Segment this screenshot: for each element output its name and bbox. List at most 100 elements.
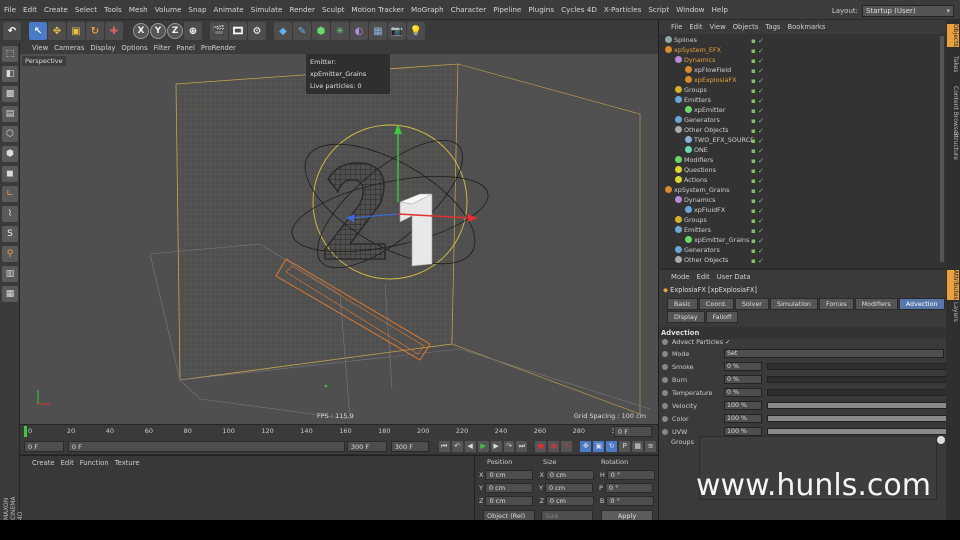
object-tree-row[interactable]: Dynamics ▪ ✓ [659,55,939,65]
snap-icon[interactable]: S [2,226,18,242]
viewport-menu-options[interactable]: Options [121,44,147,52]
coordinate-system-icon[interactable]: ⊕ [184,22,202,40]
color-field[interactable]: 100 % [724,414,762,423]
object-tree-row[interactable]: Groups ▪ ✓ [659,215,939,225]
coord-size-field[interactable]: 0 cm [544,483,593,493]
menu-item-snap[interactable]: Snap [188,5,206,14]
polygons-mode-icon[interactable]: ◼ [2,166,18,182]
end-frame-field[interactable]: 300 F [390,440,429,452]
menu-item-x-particles[interactable]: X-Particles [604,5,641,14]
coord-size-field[interactable]: 0 cm [545,496,594,506]
menu-item-volume[interactable]: Volume [155,5,182,14]
side-tab-objects[interactable]: Objects [947,24,959,47]
coord-size-field[interactable]: 0 cm [545,470,594,480]
viewport-menu-prorender[interactable]: ProRender [201,44,236,52]
live-selection-icon[interactable]: ↖ [29,22,47,40]
undo-icon[interactable]: ↶ [3,22,21,40]
coord-rotation-field[interactable]: 0 ° [606,470,655,480]
coord-position-field[interactable]: 0 cm [485,496,534,506]
key-parameter-icon[interactable]: P [619,440,631,452]
smoke-field[interactable]: 0 % [724,362,762,371]
timeline-playhead[interactable] [24,426,27,437]
smoke-slider[interactable] [767,363,947,370]
next-frame-icon[interactable]: ▶ [490,440,502,452]
menu-item-render[interactable]: Render [289,5,315,14]
menu-item-script[interactable]: Script [648,5,669,14]
object-tree-row[interactable]: Actions ▪ ✓ [659,175,939,185]
object-tree-row[interactable]: xpFlowField ▪ ✓ [659,65,939,75]
menu-item-pipeline[interactable]: Pipeline [493,5,521,14]
advect-particles-checkbox[interactable]: ✓ [725,338,730,346]
mode-select[interactable]: Set [724,349,944,358]
object-tree-row[interactable]: xpFluidFX ▪ ✓ [659,205,939,215]
record-keys-icon[interactable]: ● [535,440,547,452]
attribute-menu-mode[interactable]: Mode [671,273,690,281]
object-tree-row[interactable]: Generators ▪ ✓ [659,245,939,255]
object-menu-edit[interactable]: Edit [689,23,702,31]
velocity-slider[interactable] [767,402,947,409]
temperature-field[interactable]: 0 % [724,388,762,397]
temperature-slider[interactable] [767,389,947,396]
menu-item-create[interactable]: Create [44,5,68,14]
object-tree-row[interactable]: Other Objects ▪ ✓ [659,255,939,265]
z-axis-lock-icon[interactable]: Z [167,23,183,39]
x-axis-lock-icon[interactable]: X [133,23,149,39]
edges-mode-icon[interactable]: ⬢ [2,146,18,162]
viewport-menu-panel[interactable]: Panel [177,44,195,52]
move-icon[interactable]: ✥ [48,22,66,40]
texture-mode-icon[interactable]: ▩ [2,86,18,102]
y-axis-lock-icon[interactable]: Y [150,23,166,39]
object-tree-row[interactable]: xpSystem_EFX ▪ ✓ [659,45,939,55]
tab-coord[interactable]: Coord. [698,298,734,310]
tab-solver[interactable]: Solver [734,298,769,310]
object-scrollbar[interactable] [940,36,944,262]
object-menu-objects[interactable]: Objects [733,23,759,31]
tweak-mode-icon[interactable]: ⌇ [2,206,18,222]
attribute-menu-user-data[interactable]: User Data [717,273,751,281]
object-menu-view[interactable]: View [710,23,726,31]
autokey-icon[interactable]: ◉ [548,440,560,452]
menu-item-motion-tracker[interactable]: Motion Tracker [351,5,404,14]
key-scale-icon[interactable]: ▣ [593,440,605,452]
deformer-icon[interactable]: ◐ [350,22,368,40]
model-mode-icon[interactable]: ◧ [2,66,18,82]
uvw-slider[interactable] [767,428,947,435]
array-icon[interactable]: ✳ [331,22,349,40]
axis-mode-icon[interactable]: ∟ [2,186,18,202]
viewport-menu-display[interactable]: Display [90,44,115,52]
go-to-start-icon[interactable]: ⏮ [438,440,450,452]
recent-tools-icon[interactable]: ✚ [105,22,123,40]
object-tree-row[interactable]: Generators ▪ ✓ [659,115,939,125]
object-menu-bookmarks[interactable]: Bookmarks [787,23,825,31]
viewport-menu-filter[interactable]: Filter [154,44,171,52]
workplane-lock-icon[interactable]: ⚲ [2,246,18,262]
layout-select[interactable]: Startup (User) [862,5,954,17]
render-picture-viewer-icon[interactable]: 🎞 [229,22,247,40]
layers-icon[interactable]: ▦ [2,286,18,302]
rotate-icon[interactable]: ↻ [86,22,104,40]
material-menu-edit[interactable]: Edit [61,459,74,467]
viewport-menu-cameras[interactable]: Cameras [54,44,84,52]
burn-field[interactable]: 0 % [724,375,762,384]
side-tab-layers[interactable]: Layers [947,302,959,322]
object-tree-row[interactable]: Groups ▪ ✓ [659,85,939,95]
go-to-end-icon[interactable]: ⏭ [516,440,528,452]
tab-display[interactable]: Display [667,311,705,323]
menu-item-mograph[interactable]: MoGraph [411,5,444,14]
menu-item-plugins[interactable]: Plugins [528,5,554,14]
tab-simulation[interactable]: Simulation [769,298,818,310]
menu-item-simulate[interactable]: Simulate [251,5,283,14]
pen-icon[interactable]: ✎ [293,22,311,40]
make-editable-icon[interactable]: ⬚ [2,46,18,62]
menu-item-character[interactable]: Character [451,5,487,14]
coord-position-field[interactable]: 0 cm [484,483,533,493]
layout-switcher[interactable]: Layout: Startup (User) [832,5,954,17]
perspective-viewport[interactable]: Perspective Emitter: xpEmitter_Grains Li… [20,54,658,424]
current-frame-field[interactable]: 0 F [67,440,345,452]
object-tree-row[interactable]: xpSystem_Grains ▪ ✓ [659,185,939,195]
tab-falloff[interactable]: Falloff [705,311,739,323]
object-tree-row[interactable]: Emitters ▪ ✓ [659,225,939,235]
side-tab-attributes[interactable]: Attributes [947,270,959,300]
coord-position-field[interactable]: 0 cm [485,470,534,480]
menu-item-file[interactable]: File [4,5,16,14]
